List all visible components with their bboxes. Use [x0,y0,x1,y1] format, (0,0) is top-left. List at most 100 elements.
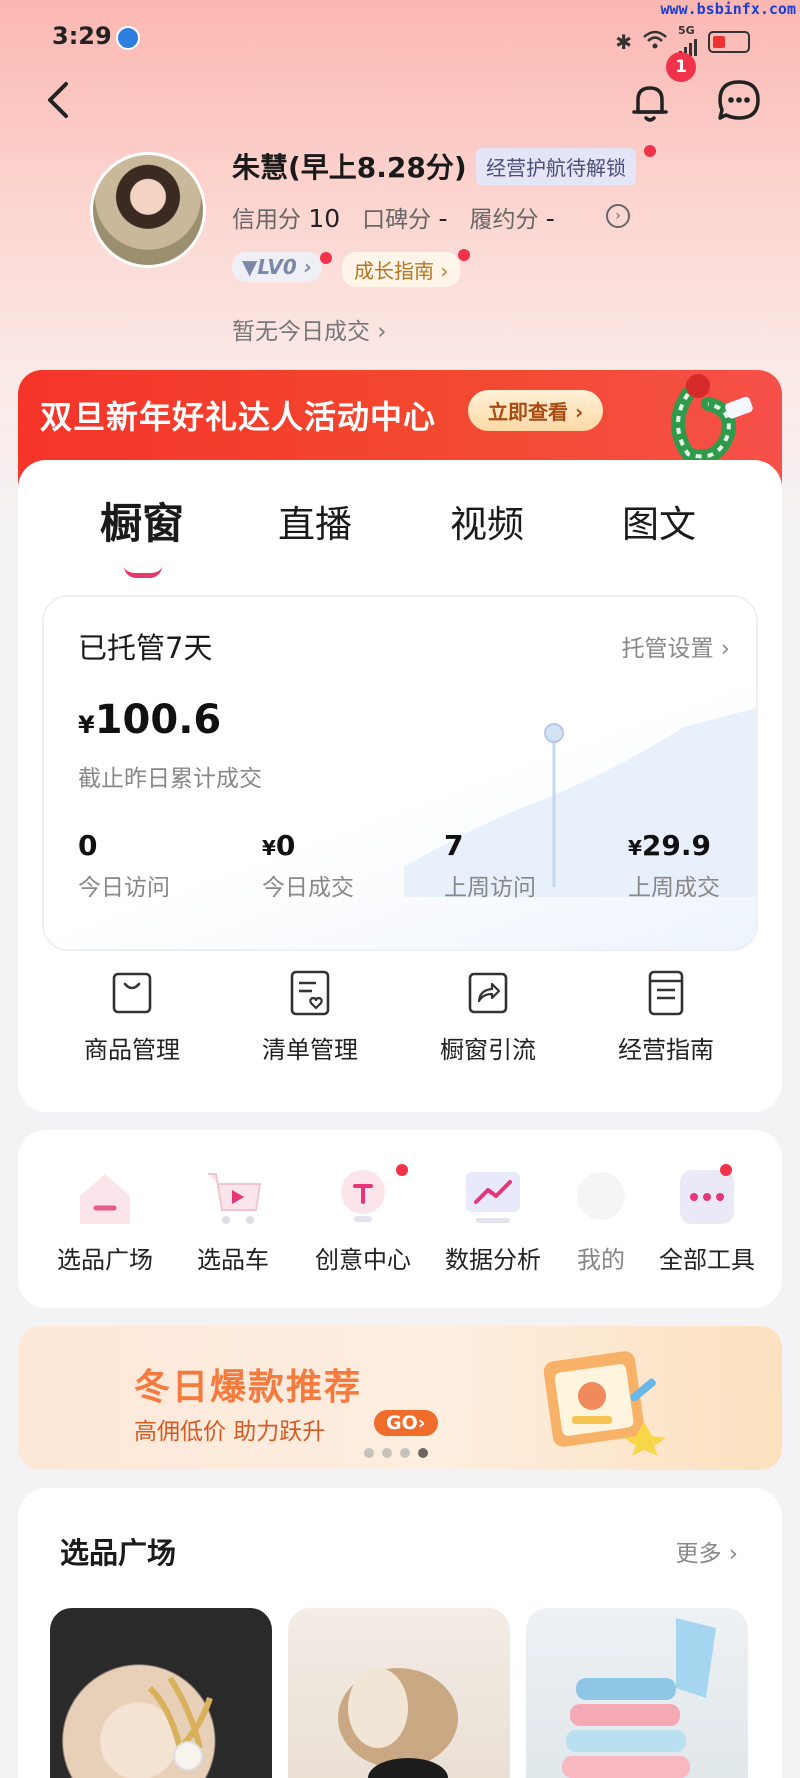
shortcut-row: 商品管理 清单管理 橱窗引流 经营指南 [18,970,782,1090]
shortcut-list-management[interactable]: 清单管理 [240,970,380,1065]
wifi-icon [642,29,668,55]
avatar[interactable] [90,152,206,268]
managed-settings-link[interactable]: 托管设置 › [621,629,730,663]
user-icon [577,1172,625,1220]
stat-today-deals: ¥0 今日成交 [262,829,354,902]
growth-guide-label: 成长指南 [354,259,434,283]
chart-trend-icon [466,1172,520,1223]
plaza-more-label: 更多 [675,1541,722,1567]
product-image [338,1668,458,1778]
stat-label: 今日成交 [262,875,354,901]
activity-view-button[interactable]: 立即查看 › [468,390,604,431]
reputation-value: - [438,204,448,233]
winter-promo-banner[interactable]: 冬日爆款推荐 高佣低价 助力跃升 GO› [18,1326,782,1470]
carousel-dot [400,1448,410,1458]
stat-week-deals: ¥29.9 上周成交 [628,829,720,902]
chevron-left-icon [48,82,68,118]
cart-icon [208,1173,262,1224]
shortcut-product-management[interactable]: 商品管理 [62,970,202,1065]
tool-mine[interactable]: 我的 [566,1166,636,1275]
winter-title: 冬日爆款推荐 [134,1367,363,1408]
main-card: 橱窗 直播 视频 图文 已托管7天 托管设置 › ¥100.6 截止昨日累计成交… [18,460,782,1112]
tool-data-analysis[interactable]: 数据分析 [428,1166,558,1275]
stat-number: 29.9 [641,829,712,862]
product-plaza-card: 选品广场 更多 › [18,1488,782,1778]
cumulative-label: 截止昨日累计成交 [78,766,262,792]
tab-video[interactable]: 视频 [450,494,524,548]
level-tag[interactable]: ▼LV0 › [232,252,322,282]
growth-guide-tag[interactable]: 成长指南 › [342,252,461,287]
unlock-tag[interactable]: 经营护航待解锁 [476,148,636,185]
app-notification-icon [116,26,140,50]
product-card-earrings[interactable] [50,1608,272,1778]
stat-number: 7 [444,829,464,862]
battery-icon [708,31,750,53]
credit-score: 信用分 10 [232,200,340,234]
credit-value: 10 [308,204,341,233]
stat-value: ¥0 [262,829,354,862]
plaza-more-link[interactable]: 更多 › [675,1534,738,1568]
plaza-title: 选品广场 [60,1536,177,1570]
tool-label: 数据分析 [445,1246,541,1274]
score-row[interactable]: 信用分 10 口碑分 - 履约分 - [232,200,555,234]
managed-settings-label: 托管设置 [621,636,714,662]
creative-red-dot [396,1164,408,1176]
tool-label: 全部工具 [659,1246,755,1274]
stat-prefix: ¥ [628,836,642,860]
carousel-dot-active [418,1448,428,1458]
tool-label: 选品车 [197,1246,269,1274]
cumulative-amount: ¥100.6 [78,697,221,743]
level-label: LV0 [257,255,297,279]
bluetooth-icon: ✱ [615,30,632,54]
winter-go-button[interactable]: GO› [374,1410,438,1436]
stat-prefix: ¥ [262,836,276,860]
share-arrow-icon [468,972,508,1014]
shortcut-showcase-traffic[interactable]: 橱窗引流 [418,970,558,1065]
tool-product-cart[interactable]: 选品车 [168,1166,298,1275]
tool-product-plaza[interactable]: 选品广场 [40,1166,170,1275]
tool-all-tools[interactable]: 全部工具 [642,1166,772,1275]
stat-value: 0 [78,829,170,862]
message-button[interactable] [714,76,764,126]
tool-creative-center[interactable]: 创意中心 [298,1166,428,1275]
calendar-cake-icon [543,1351,666,1456]
product-card-towels[interactable] [526,1608,748,1778]
carousel-dot [382,1448,392,1458]
shopping-bag-icon [112,972,152,1014]
fulfillment-label: 履约分 [469,207,539,233]
stat-week-visits: 7 上周访问 [444,829,536,902]
network-type: 5G [678,24,695,37]
currency-symbol: ¥ [78,711,95,739]
gift-ribbon-icon [671,374,753,464]
chevron-right-circle-icon[interactable]: › [606,204,630,228]
stat-value: ¥29.9 [628,829,720,862]
carousel-dot [364,1448,374,1458]
watermark: www.bsbinfx.com [660,0,796,18]
level-red-dot [320,252,332,264]
activity-title: 双旦新年好礼达人活动中心 [40,398,437,436]
tab-live[interactable]: 直播 [278,494,352,548]
tab-article[interactable]: 图文 [622,494,696,548]
shortcut-label: 清单管理 [262,1036,358,1064]
document-icon [648,970,684,1016]
all-tools-red-dot [720,1164,732,1176]
winter-subtitle: 高佣低价 助力跃升 [134,1419,326,1445]
fulfillment-value: - [545,204,555,233]
reputation-label: 口碑分 [362,207,432,233]
stat-value: 7 [444,829,536,862]
notification-button[interactable] [626,78,674,126]
stat-number: 0 [78,829,98,862]
shortcut-business-guide[interactable]: 经营指南 [596,970,736,1065]
today-deal-link[interactable]: 暂无今日成交 › [232,312,387,346]
tool-label: 创意中心 [315,1246,411,1274]
user-name: 朱慧(早上8.28分) [232,151,467,184]
tab-showcase[interactable]: 橱窗 [100,490,184,551]
shortcut-label: 经营指南 [618,1036,714,1064]
notification-badge: 1 [666,52,696,82]
product-card-hairclip[interactable] [288,1608,510,1778]
cumulative-value: 100.6 [94,697,222,743]
managed-stats-panel[interactable]: 已托管7天 托管设置 › ¥100.6 截止昨日累计成交 0 今日访问 ¥0 今… [42,595,758,951]
unlock-red-dot [644,145,656,157]
activity-button-label: 立即查看 [488,400,568,424]
back-button[interactable] [38,78,82,122]
